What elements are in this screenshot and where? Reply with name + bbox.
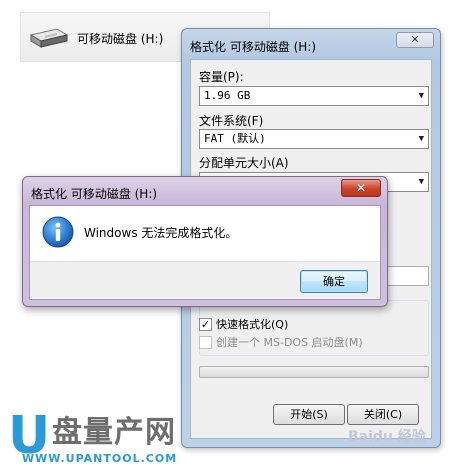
ok-button[interactable]: 确定 [300,270,368,293]
site-logo: U 盘量产网 WWW.UPANTOOL.COM [4,410,184,470]
filesystem-value: FAT (默认) [204,132,266,145]
quick-format-checkbox[interactable]: ✓ [199,317,212,331]
drive-label: 可移动磁盘 (H:) [77,32,164,46]
chevron-down-icon: ▼ [418,177,424,187]
error-message: Windows 无法完成格式化。 [84,226,238,240]
close-icon: ✕ [355,181,367,195]
logo-text: 盘量产网 [52,415,176,450]
chevron-down-icon: ▼ [418,91,424,101]
quick-format-option[interactable]: ✓ 快速格式化(Q) [199,316,288,332]
filesystem-select[interactable]: FAT (默认) ▼ [199,129,429,149]
allocation-label: 分配单元大小(A) [199,156,289,170]
error-dialog-title: 格式化 可移动磁盘 (H:) [31,187,158,201]
error-client-area: Windows 无法完成格式化。 确定 [29,205,381,300]
chevron-down-icon: ▼ [418,134,424,144]
capacity-label: 容量(P): [199,70,244,84]
msdos-checkbox [199,335,212,349]
capacity-select[interactable]: 1.96 GB ▼ [199,86,429,106]
filesystem-label: 文件系统(F) [199,114,264,128]
format-close-button[interactable]: ✕ [396,32,434,48]
msdos-option: 创建一个 MS-DOS 启动盘(M) [199,334,363,350]
baidu-watermark: Baidu 经验 [348,429,426,445]
logo-url: WWW.UPANTOOL.COM [22,452,178,465]
format-progress-bar [199,366,429,378]
removable-drive-icon [29,28,69,48]
quick-format-label: 快速格式化(Q) [216,318,289,331]
close-icon: ✕ [410,33,420,46]
error-dialog: 格式化 可移动磁盘 (H:) ✕ Windows 无法完成格式化。 确定 [22,176,388,307]
format-window-title: 格式化 可移动磁盘 (H:) [190,40,317,54]
capacity-value: 1.96 GB [204,89,251,102]
error-close-button[interactable]: ✕ [341,179,381,197]
msdos-label: 创建一个 MS-DOS 启动盘(M) [216,336,363,349]
close-button[interactable]: 关闭(C) [347,404,419,425]
start-button[interactable]: 开始(S) [273,404,345,425]
info-icon [42,216,74,248]
error-dialog-footer: 确定 [30,261,380,299]
